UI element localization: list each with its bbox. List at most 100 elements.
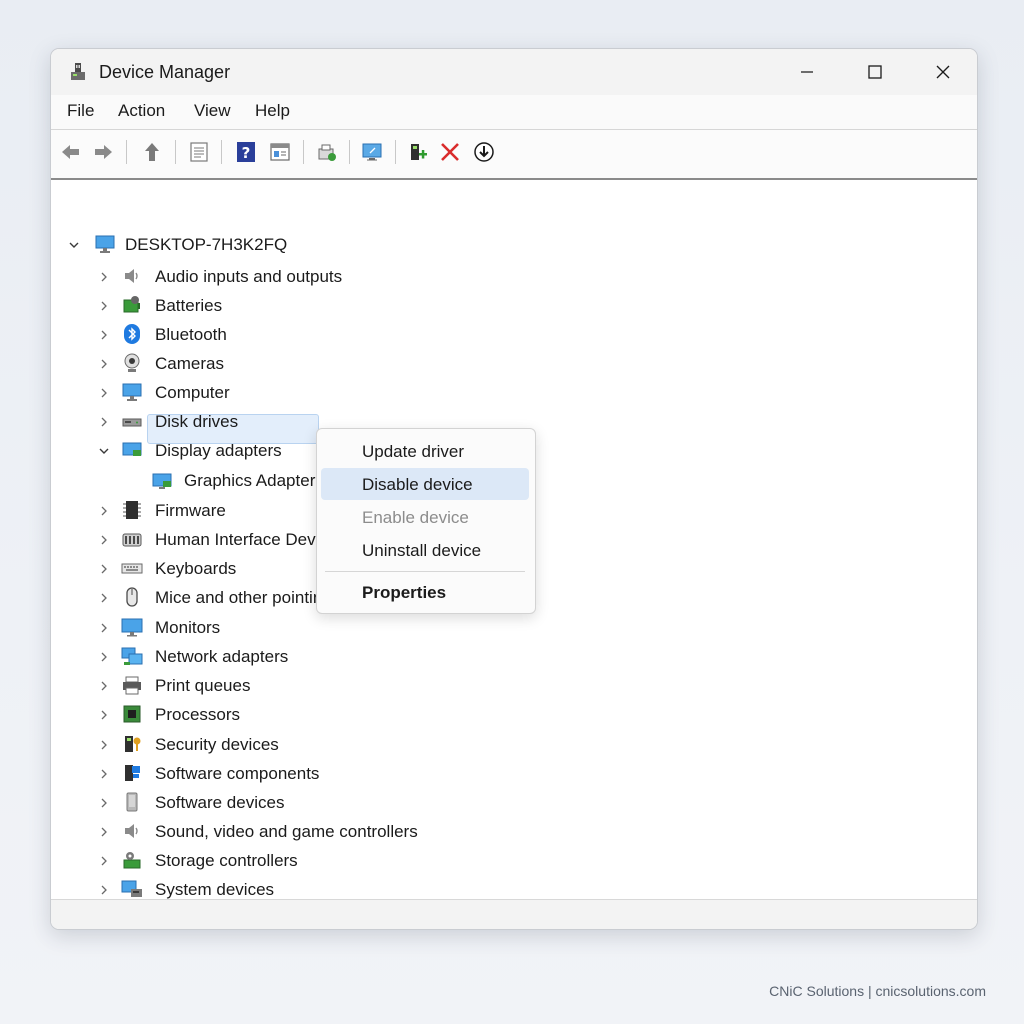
software-component-icon — [125, 765, 140, 781]
expand-chevron-right-icon[interactable] — [97, 825, 111, 839]
status-bar — [51, 899, 977, 929]
expand-chevron-right-icon[interactable] — [97, 270, 111, 284]
monitor-icon — [121, 618, 143, 637]
ctx-separator — [325, 571, 525, 572]
scan-hardware-button[interactable] — [314, 138, 340, 166]
title-bar[interactable]: Device Manager — [51, 49, 977, 95]
storage-controller-icon — [123, 852, 141, 869]
system-device-icon — [121, 880, 142, 897]
back-arrow-icon — [62, 145, 79, 159]
menu-file[interactable]: File — [67, 101, 94, 121]
menu-action[interactable]: Action — [118, 101, 165, 121]
expand-chevron-right-icon[interactable] — [97, 708, 111, 722]
tree-item-label[interactable]: Sound, video and game controllers — [155, 822, 418, 842]
tree-item-label[interactable]: Firmware — [155, 501, 226, 521]
processor-icon — [123, 705, 141, 723]
menu-view[interactable]: View — [194, 101, 231, 121]
tree-item-label[interactable]: System devices — [155, 880, 274, 900]
update-driver-button[interactable] — [471, 138, 497, 166]
ctx-properties[interactable]: Properties — [321, 576, 529, 608]
expand-chevron-right-icon[interactable] — [97, 386, 111, 400]
tree-item-label[interactable]: Graphics Adapter — [184, 471, 315, 491]
back-button[interactable] — [58, 138, 84, 166]
expand-chevron-right-icon[interactable] — [97, 650, 111, 664]
mouse-icon — [126, 587, 138, 607]
expand-chevron-right-icon[interactable] — [97, 357, 111, 371]
toolbar-separator — [303, 140, 304, 164]
ctx-update-driver[interactable]: Update driver — [321, 435, 529, 467]
tree-item-label[interactable]: Storage controllers — [155, 851, 298, 871]
expand-chevron-right-icon[interactable] — [97, 504, 111, 518]
tree-item-label[interactable]: Audio inputs and outputs — [155, 267, 342, 287]
tree-item-label[interactable]: Network adapters — [155, 647, 288, 667]
bluetooth-icon — [124, 324, 140, 344]
maximize-button[interactable] — [841, 49, 909, 95]
display-adapter-icon — [122, 442, 142, 456]
expand-chevron-right-icon[interactable] — [97, 854, 111, 868]
ctx-label: Uninstall device — [362, 541, 482, 560]
up-arrow-icon — [145, 143, 159, 161]
help-icon: ? — [237, 142, 255, 162]
monitor-icon — [362, 143, 382, 161]
help-button[interactable]: ? — [233, 138, 259, 166]
tree-item-label[interactable]: Monitors — [155, 618, 220, 638]
tree-item-label[interactable]: Human Interface Devic — [155, 530, 328, 550]
ctx-enable-device: Enable device — [321, 501, 529, 533]
tree-item-label[interactable]: Cameras — [155, 354, 224, 374]
security-key-icon — [125, 736, 141, 752]
expand-chevron-right-icon[interactable] — [97, 796, 111, 810]
remove-device-button[interactable] — [437, 138, 463, 166]
download-icon — [474, 142, 494, 162]
expand-chevron-right-icon[interactable] — [97, 679, 111, 693]
expand-chevron-right-icon[interactable] — [97, 562, 111, 576]
expand-chevron-right-icon[interactable] — [97, 767, 111, 781]
expand-chevron-right-icon[interactable] — [97, 299, 111, 313]
tree-item-label[interactable]: Software devices — [155, 793, 284, 813]
expand-chevron-right-icon[interactable] — [97, 621, 111, 635]
tree-item-label[interactable]: Keyboards — [155, 559, 236, 579]
disk-drive-icon — [122, 418, 142, 427]
minimize-button[interactable] — [773, 49, 841, 95]
expand-chevron-down-icon[interactable] — [97, 444, 111, 458]
menu-help[interactable]: Help — [255, 101, 290, 121]
properties-button[interactable] — [186, 138, 212, 166]
software-device-icon — [126, 792, 138, 812]
tree-item-label[interactable]: Batteries — [155, 296, 222, 316]
hid-icon — [122, 533, 142, 547]
tree-item-label[interactable]: Processors — [155, 705, 240, 725]
monitor-button[interactable] — [359, 138, 385, 166]
tree-item-label[interactable]: Display adapters — [155, 441, 282, 461]
tree-item-label[interactable]: Mice and other pointing — [155, 588, 332, 608]
tree-item-label[interactable]: Computer — [155, 383, 230, 403]
tree-item-label[interactable]: Software components — [155, 764, 319, 784]
tree-item-label[interactable]: Print queues — [155, 676, 250, 696]
expand-chevron-right-icon[interactable] — [97, 415, 111, 429]
tree-item-label[interactable]: Disk drives — [155, 412, 238, 432]
properties-icon — [190, 142, 208, 162]
expand-chevron-right-icon[interactable] — [97, 738, 111, 752]
view-button[interactable] — [267, 138, 293, 166]
ctx-label: Enable device — [362, 508, 469, 527]
menu-bar: File Action View Help — [51, 95, 977, 129]
keyboard-icon — [121, 563, 143, 574]
close-button[interactable] — [909, 49, 977, 95]
expand-chevron-right-icon[interactable] — [97, 533, 111, 547]
expand-chevron-right-icon[interactable] — [97, 883, 111, 897]
close-icon — [936, 65, 950, 79]
tree-root-label[interactable]: DESKTOP-7H3K2FQ — [125, 235, 287, 255]
add-driver-button[interactable] — [404, 138, 430, 166]
tree-item-label[interactable]: Bluetooth — [155, 325, 227, 345]
expand-chevron-right-icon[interactable] — [97, 328, 111, 342]
ctx-disable-device[interactable]: Disable device — [321, 468, 529, 500]
expand-chevron-right-icon[interactable] — [97, 591, 111, 605]
up-button[interactable] — [139, 138, 165, 166]
ctx-label: Disable device — [362, 475, 473, 494]
ctx-uninstall-device[interactable]: Uninstall device — [321, 534, 529, 566]
expand-chevron-down-icon[interactable] — [67, 238, 81, 252]
toolbar-separator — [395, 140, 396, 164]
toolbar-separator — [126, 140, 127, 164]
speaker-icon — [125, 269, 138, 283]
tree-item-label[interactable]: Security devices — [155, 735, 279, 755]
toolbar-separator — [221, 140, 222, 164]
forward-button[interactable] — [90, 138, 116, 166]
